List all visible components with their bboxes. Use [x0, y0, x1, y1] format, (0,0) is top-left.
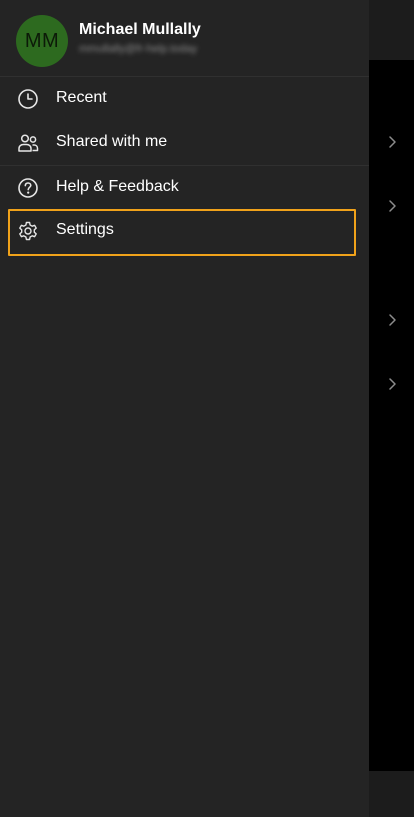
menu-item-settings[interactable]: Settings: [0, 209, 369, 253]
menu-item-help-feedback[interactable]: Help & Feedback: [0, 165, 369, 209]
chevron-right-icon[interactable]: [386, 377, 398, 391]
navigation-drawer: MM Michael Mullally mmullally@fr-help.to…: [0, 0, 369, 817]
menu-item-shared-with-me[interactable]: Shared with me: [0, 121, 369, 165]
menu-item-recent[interactable]: Recent: [0, 77, 369, 121]
background-header: [369, 0, 414, 60]
profile-header[interactable]: MM Michael Mullally mmullally@fr-help.to…: [0, 0, 369, 77]
background-content: [369, 60, 414, 771]
menu-item-label: Recent: [56, 89, 107, 106]
profile-email: mmullally@fr-help.today: [79, 43, 198, 55]
gear-icon: [17, 220, 39, 242]
help-circle-icon: [17, 177, 39, 199]
menu-item-label: Help & Feedback: [56, 178, 179, 195]
chevron-right-icon[interactable]: [386, 313, 398, 327]
background-tabbar: [369, 771, 414, 817]
profile-name: Michael Mullally: [79, 21, 201, 38]
clock-icon: [17, 88, 39, 110]
chevron-right-icon[interactable]: [386, 135, 398, 149]
drawer-menu: Recent Shared with me Help & Feedback Se…: [0, 77, 369, 253]
people-icon: [17, 132, 39, 154]
avatar[interactable]: MM: [16, 15, 68, 67]
avatar-initials: MM: [24, 29, 60, 52]
app-screen: MM Michael Mullally mmullally@fr-help.to…: [0, 0, 414, 817]
menu-item-label: Shared with me: [56, 133, 168, 150]
menu-item-label: Settings: [56, 221, 114, 238]
chevron-right-icon[interactable]: [386, 199, 398, 213]
